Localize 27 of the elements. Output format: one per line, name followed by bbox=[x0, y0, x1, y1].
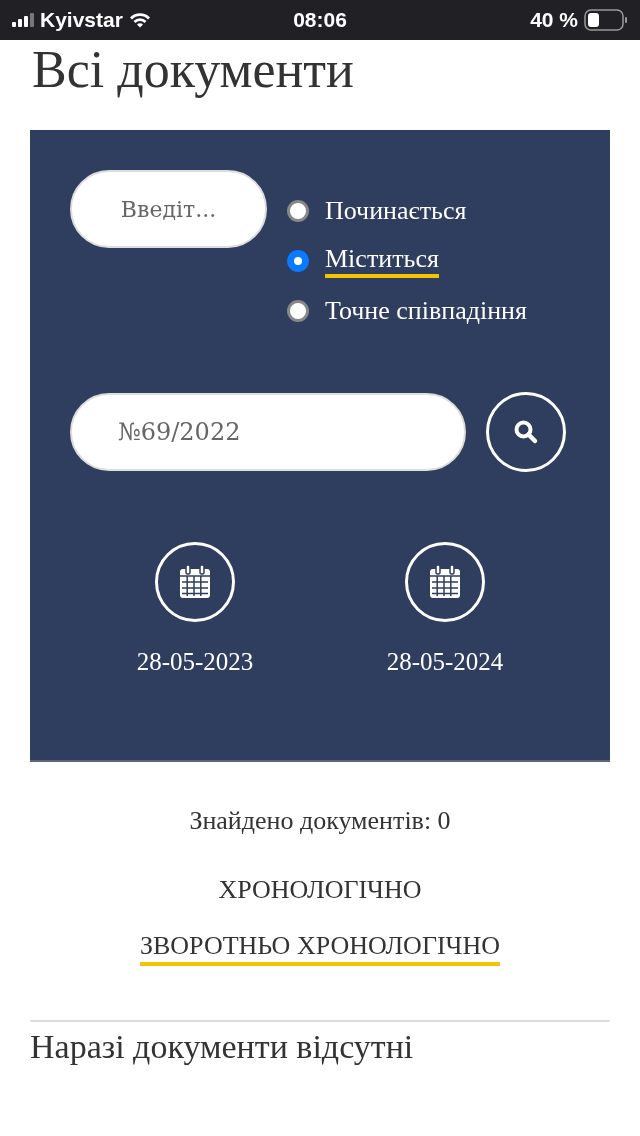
battery-percent: 40 % bbox=[530, 8, 578, 32]
clock-time: 08:06 bbox=[293, 8, 347, 32]
carrier-name: Kyivstar bbox=[40, 8, 123, 32]
radio-label[interactable]: Міститься bbox=[325, 244, 439, 278]
sort-link[interactable]: ХРОНОЛОГІЧНО bbox=[218, 874, 422, 910]
empty-message: Наразі документи відсутні bbox=[30, 1020, 610, 1066]
calendar-icon bbox=[429, 565, 461, 599]
radio-button[interactable] bbox=[287, 300, 309, 322]
page-title: Всі документи bbox=[32, 40, 354, 100]
radio-button[interactable] bbox=[287, 200, 309, 222]
radio-button[interactable] bbox=[287, 250, 309, 272]
date-picker-button[interactable] bbox=[405, 542, 485, 622]
radio-label[interactable]: Точне співпадіння bbox=[325, 294, 527, 328]
sort-link[interactable]: ЗВОРОТНЬО ХРОНОЛОГІЧНО bbox=[139, 930, 501, 966]
wifi-icon bbox=[128, 12, 151, 28]
found-count: Знайдено документів: 0 bbox=[188, 806, 452, 836]
number-field[interactable]: №69/2022 bbox=[70, 393, 466, 471]
search-button[interactable] bbox=[486, 392, 566, 472]
calendar-icon bbox=[179, 565, 211, 599]
date-value: 28-05-2023 bbox=[136, 648, 254, 676]
text-field[interactable]: Введіт... bbox=[70, 170, 267, 248]
radio-label[interactable]: Починається bbox=[325, 194, 467, 228]
date-value: 28-05-2024 bbox=[386, 648, 504, 676]
date-picker-button[interactable] bbox=[155, 542, 235, 622]
search-icon bbox=[513, 419, 539, 445]
signal-icon bbox=[12, 13, 34, 27]
battery-icon bbox=[584, 9, 628, 31]
